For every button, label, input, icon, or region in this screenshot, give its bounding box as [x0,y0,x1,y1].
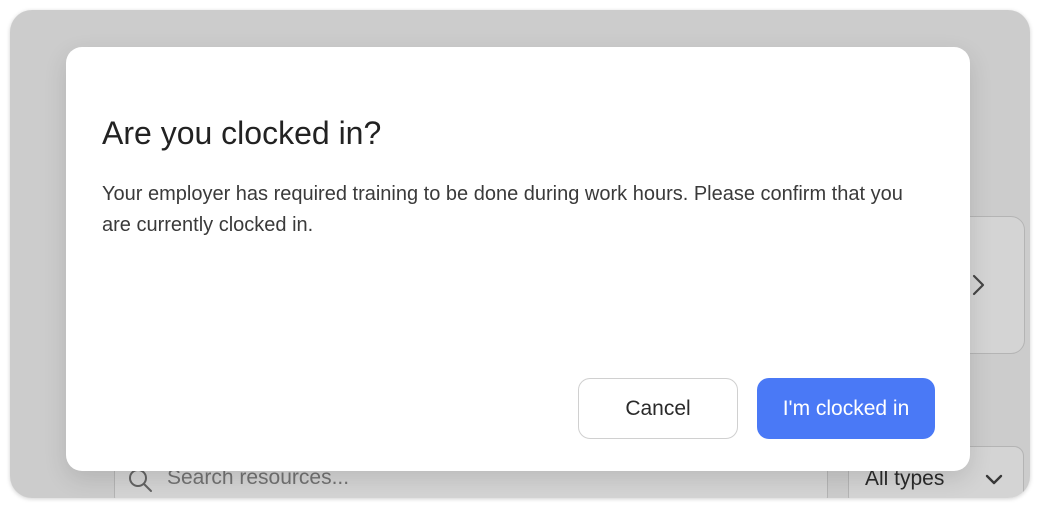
cancel-button[interactable]: Cancel [578,378,738,439]
dialog-message: Your employer has required training to b… [102,183,903,236]
dialog-title: Are you clocked in? [102,115,382,151]
confirm-clocked-in-button[interactable]: I'm clocked in [757,378,935,439]
clock-in-dialog: Are you clocked in? Your employer has re… [66,47,970,471]
